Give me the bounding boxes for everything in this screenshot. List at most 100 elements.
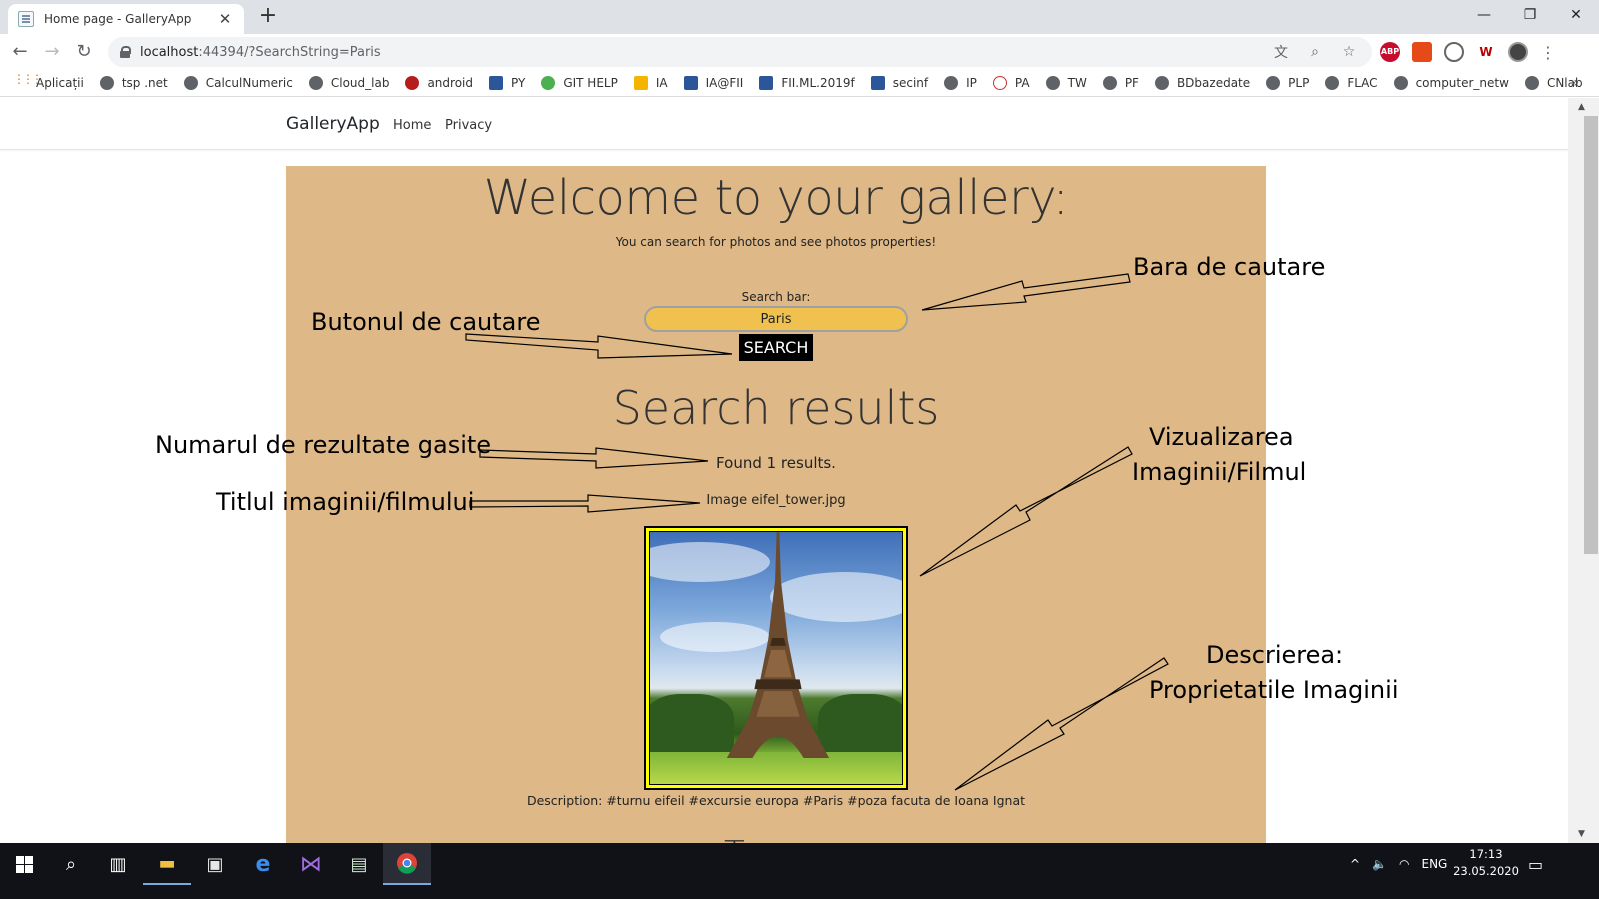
globe-icon (1325, 76, 1340, 90)
bookmark-item[interactable]: PF (1102, 76, 1139, 90)
system-tray: ^ 🔈 ◠ ENG (1350, 843, 1447, 885)
bookmark-item[interactable]: IP (944, 76, 977, 90)
minimize-button[interactable]: — (1461, 0, 1507, 30)
bookmark-item[interactable]: CalculNumeric (183, 76, 293, 90)
globe-icon (1266, 76, 1281, 90)
tab-title: Home page - GalleryApp (44, 12, 192, 26)
bookmark-item[interactable]: TW (1045, 76, 1087, 90)
page-viewport: GalleryApp Home Privacy Welcome to your … (0, 98, 1568, 843)
scroll-up-icon[interactable]: ▲ (1578, 102, 1585, 112)
star-bookmark-icon[interactable]: ☆ (1340, 44, 1358, 60)
annotation-view-line2: Imaginii/Filmul (1132, 458, 1307, 486)
photo-frame (644, 526, 908, 790)
p-icon (759, 76, 774, 90)
bookmark-item[interactable]: android (405, 76, 473, 90)
globe-icon (1154, 76, 1169, 90)
profile-avatar-icon[interactable] (1508, 42, 1528, 62)
bookmark-item[interactable]: IA (633, 76, 668, 90)
globe-icon (308, 76, 323, 90)
clock[interactable]: 17:13 23.05.2020 (1446, 846, 1526, 880)
annotation-title: Titlul imaginii/filmului (216, 488, 475, 516)
globe-icon (1045, 76, 1060, 90)
edge-icon[interactable]: e (239, 843, 287, 885)
eiffel-tower-icon (726, 532, 830, 758)
bookmark-item[interactable]: secinf (870, 76, 928, 90)
bookmark-item[interactable]: FII.ML.2019f (759, 76, 855, 90)
annotation-result-count: Numarul de rezultate gasite (155, 431, 492, 459)
w-extension-icon[interactable]: W (1476, 42, 1496, 62)
new-tab-button[interactable]: + (256, 5, 280, 29)
bookmark-item[interactable]: PLP (1266, 76, 1309, 90)
task-view-icon[interactable]: ▥ (94, 843, 142, 885)
globe-icon (99, 76, 114, 90)
address-bar[interactable]: localhost:44394/?SearchString=Paris 文 ⌕ … (108, 37, 1372, 67)
trees-left (650, 694, 734, 754)
nav-privacy-link[interactable]: Privacy (445, 118, 492, 133)
eiffel-tower-photo[interactable] (649, 531, 903, 785)
url-text[interactable]: localhost:44394/?SearchString=Paris (140, 45, 381, 60)
bookmarks-bar: Aplicații tsp .net CalculNumeric Cloud_l… (0, 70, 1599, 97)
clock-date: 23.05.2020 (1453, 864, 1519, 878)
start-button[interactable] (0, 843, 48, 885)
restore-button[interactable]: ❐ (1507, 0, 1553, 30)
chevron-up-icon[interactable]: ^ (1350, 857, 1360, 871)
close-tab-icon[interactable]: ✕ (216, 10, 234, 28)
search-icon[interactable]: ⌕ (47, 843, 95, 885)
search-button[interactable]: SEARCH (739, 334, 813, 361)
app-brand-link[interactable]: GalleryApp (286, 114, 380, 134)
windows-logo-icon (15, 855, 33, 873)
nav-home-link[interactable]: Home (393, 118, 431, 133)
chrome-icon[interactable] (383, 843, 431, 885)
annotation-desc-line1: Descrierea: (1206, 641, 1344, 669)
close-window-button[interactable]: ✕ (1553, 0, 1599, 30)
scroll-thumb[interactable] (1584, 116, 1598, 554)
block-extension-icon[interactable] (1444, 42, 1464, 62)
lock-icon[interactable] (120, 46, 131, 58)
bookmark-item[interactable]: PA (992, 76, 1030, 90)
window-controls: — ❐ ✕ (1461, 0, 1599, 30)
volume-icon[interactable]: 🔈 (1372, 857, 1387, 871)
annotation-view-line1: Vizualizarea (1149, 423, 1294, 451)
file-explorer-icon[interactable]: ▬ (143, 843, 191, 885)
bookmark-item[interactable]: PY (489, 76, 525, 90)
forward-arrow-icon[interactable]: → (36, 36, 68, 68)
back-arrow-icon[interactable]: ← (4, 36, 36, 68)
adblock-extension-icon[interactable]: ABP (1380, 42, 1400, 62)
app-window-icon[interactable]: ▤ (335, 843, 383, 885)
office-extension-icon[interactable] (1412, 42, 1432, 62)
bookmark-item[interactable]: FLAC (1325, 76, 1378, 90)
bookmark-item[interactable]: BDbazedate (1154, 76, 1250, 90)
bookmark-item[interactable]: GIT HELP (541, 76, 618, 90)
translate-icon[interactable]: 文 (1272, 42, 1290, 62)
bookmark-item[interactable]: tsp .net (99, 76, 168, 90)
wifi-icon[interactable]: ◠ (1399, 857, 1409, 871)
page-scrollbar[interactable]: ▲ ▼ (1568, 98, 1599, 843)
search-input[interactable] (644, 306, 908, 332)
reload-icon[interactable]: ↻ (68, 36, 100, 68)
scroll-down-icon[interactable]: ▼ (1578, 829, 1585, 839)
globe-icon (1102, 76, 1117, 90)
browser-toolbar: ← → ↻ localhost:44394/?SearchString=Pari… (0, 34, 1599, 70)
java-icon (992, 76, 1007, 90)
language-indicator[interactable]: ENG (1422, 857, 1448, 871)
notifications-icon[interactable]: ▭ (1528, 843, 1543, 885)
next-result-title-peek: T (724, 834, 745, 843)
image-description: Description: #turnu eifeil #excursie eur… (526, 793, 1026, 808)
browser-menu-icon[interactable]: ⋮ (1540, 43, 1556, 62)
zoom-icon[interactable]: ⌕ (1306, 44, 1324, 60)
bookmark-item[interactable]: computer_netw (1393, 76, 1509, 90)
bookmark-item[interactable]: Aplicații (13, 72, 84, 90)
browser-tab[interactable]: Home page - GalleryApp ✕ (8, 4, 244, 34)
windows-taskbar: ⌕ ▥ ▬ ▣ e ⋈ ▤ ^ 🔈 ◠ ENG 17:13 23.05.2020… (0, 843, 1599, 899)
store-icon[interactable]: ▣ (191, 843, 239, 885)
extensions-area: ABP W ⋮ (1380, 37, 1556, 67)
bookmark-item[interactable]: Cloud_lab (308, 76, 389, 90)
app-navbar: GalleryApp Home Privacy (0, 98, 1568, 150)
bookmark-item[interactable]: IA@FII (683, 76, 743, 90)
globe-icon (1524, 76, 1539, 90)
apple-icon (405, 76, 420, 90)
page-subtitle: You can search for photos and see photos… (615, 235, 937, 249)
visual-studio-icon[interactable]: ⋈ (287, 843, 335, 885)
annotation-search-button: Butonul de cautare (311, 308, 541, 336)
bookmarks-overflow-icon[interactable]: » (1570, 75, 1579, 91)
